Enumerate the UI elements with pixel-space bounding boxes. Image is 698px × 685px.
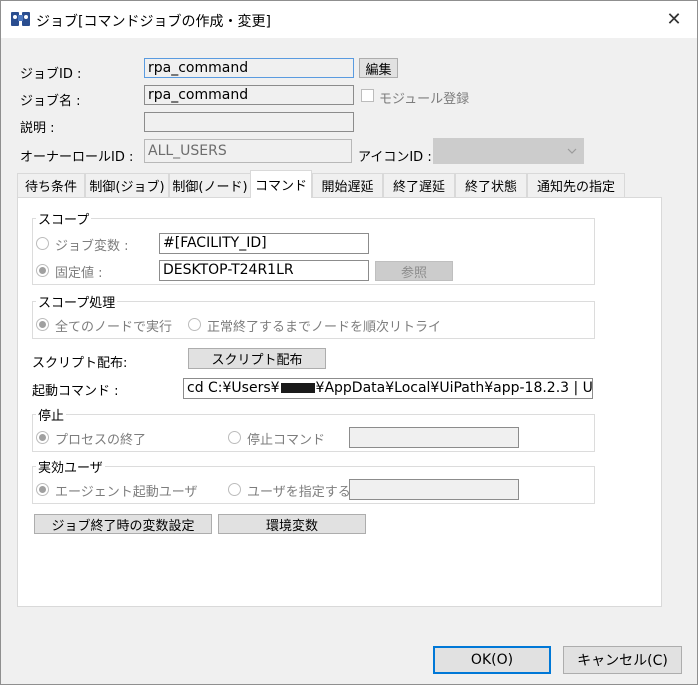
job-name-label: ジョブ名 :: [20, 94, 81, 109]
module-register-label: モジュール登録: [379, 92, 470, 107]
ok-button[interactable]: OK(O): [433, 646, 551, 674]
fixed-value-radio[interactable]: [36, 264, 49, 277]
owner-role-field: ALL_USERS: [144, 139, 352, 163]
job-variable-field[interactable]: #[FACILITY_ID]: [159, 233, 369, 254]
env-vars-button[interactable]: 環境変数: [218, 514, 366, 534]
retry-label: 正常終了するまでノードを順次リトライ: [207, 320, 442, 335]
specify-user-radio[interactable]: [228, 483, 241, 496]
tab-start-delay[interactable]: 開始遅延: [312, 173, 383, 197]
owner-role-label: オーナーロールID :: [20, 150, 134, 165]
close-button[interactable]: ✕: [651, 1, 697, 38]
command-tab-panel: スコープ ジョブ変数 : #[FACILITY_ID] 固定値 : DESKTO…: [17, 197, 662, 607]
dialog-window: ジョブ[コマンドジョブの作成・変更] ✕ ジョブID : rpa_command…: [0, 0, 698, 685]
var-settings-button[interactable]: ジョブ終了時の変数設定: [34, 514, 212, 534]
description-field[interactable]: [144, 112, 354, 132]
job-id-field[interactable]: rpa_command: [144, 58, 354, 78]
scope-process-title: スコープ処理: [36, 292, 118, 311]
start-command-label: 起動コマンド :: [32, 384, 119, 399]
edit-button[interactable]: 編集: [359, 58, 398, 78]
command-prefix: cd C:¥Users¥: [187, 380, 280, 396]
icon-id-dropdown[interactable]: [433, 138, 584, 164]
fixed-value-field[interactable]: DESKTOP-T24R1LR: [159, 260, 369, 281]
specify-user-label: ユーザを指定する: [247, 485, 351, 500]
command-suffix: ¥AppData¥Local¥UiPath¥app-18.2.3 | UiRc: [315, 380, 593, 396]
script-dist-label: スクリプト配布:: [32, 356, 128, 371]
tab-control-job[interactable]: 制御(ジョブ): [85, 173, 169, 197]
job-name-field[interactable]: rpa_command: [144, 85, 354, 105]
effective-user-title: 実効ユーザ: [36, 457, 105, 476]
close-icon: ✕: [666, 9, 682, 30]
tab-wait-condition[interactable]: 待ち条件: [17, 173, 85, 197]
window-title: ジョブ[コマンドジョブの作成・変更]: [36, 14, 271, 30]
redacted-block: [280, 383, 315, 393]
process-end-label: プロセスの終了: [55, 433, 147, 448]
stop-command-field[interactable]: [349, 427, 519, 448]
chevron-down-icon: [567, 148, 577, 154]
stop-command-radio[interactable]: [228, 431, 241, 444]
scope-title: スコープ: [36, 209, 92, 228]
tab-control-node[interactable]: 制御(ノード): [169, 173, 251, 197]
app-icon: [11, 12, 30, 26]
start-command-field[interactable]: cd C:¥Users¥ ¥AppData¥Local¥UiPath¥app-18…: [183, 378, 593, 399]
tab-notification[interactable]: 通知先の指定: [527, 173, 625, 197]
job-variable-radio[interactable]: [36, 237, 49, 250]
tab-command[interactable]: コマンド: [250, 170, 312, 198]
fixed-value-label: 固定値 :: [55, 266, 103, 281]
specify-user-field[interactable]: [349, 479, 519, 500]
job-id-label: ジョブID :: [20, 67, 82, 82]
agent-user-label: エージェント起動ユーザ: [55, 485, 198, 500]
title-bar: ジョブ[コマンドジョブの作成・変更] ✕: [1, 1, 697, 38]
all-nodes-radio[interactable]: [36, 318, 49, 331]
agent-user-radio[interactable]: [36, 483, 49, 496]
browse-button[interactable]: 参照: [375, 261, 453, 281]
all-nodes-label: 全てのノードで実行: [55, 320, 173, 335]
tab-end-delay[interactable]: 終了遅延: [383, 173, 455, 197]
description-label: 説明 :: [20, 121, 55, 136]
script-dist-button[interactable]: スクリプト配布: [188, 348, 326, 369]
stop-title: 停止: [36, 405, 67, 424]
job-variable-label: ジョブ変数 :: [55, 239, 129, 254]
stop-command-label: 停止コマンド: [247, 433, 326, 448]
tab-end-status[interactable]: 終了状態: [455, 173, 527, 197]
process-end-radio[interactable]: [36, 431, 49, 444]
module-register-checkbox[interactable]: [361, 89, 374, 102]
retry-radio[interactable]: [188, 318, 201, 331]
cancel-button[interactable]: キャンセル(C): [563, 646, 682, 674]
icon-id-label: アイコンID :: [358, 150, 432, 165]
